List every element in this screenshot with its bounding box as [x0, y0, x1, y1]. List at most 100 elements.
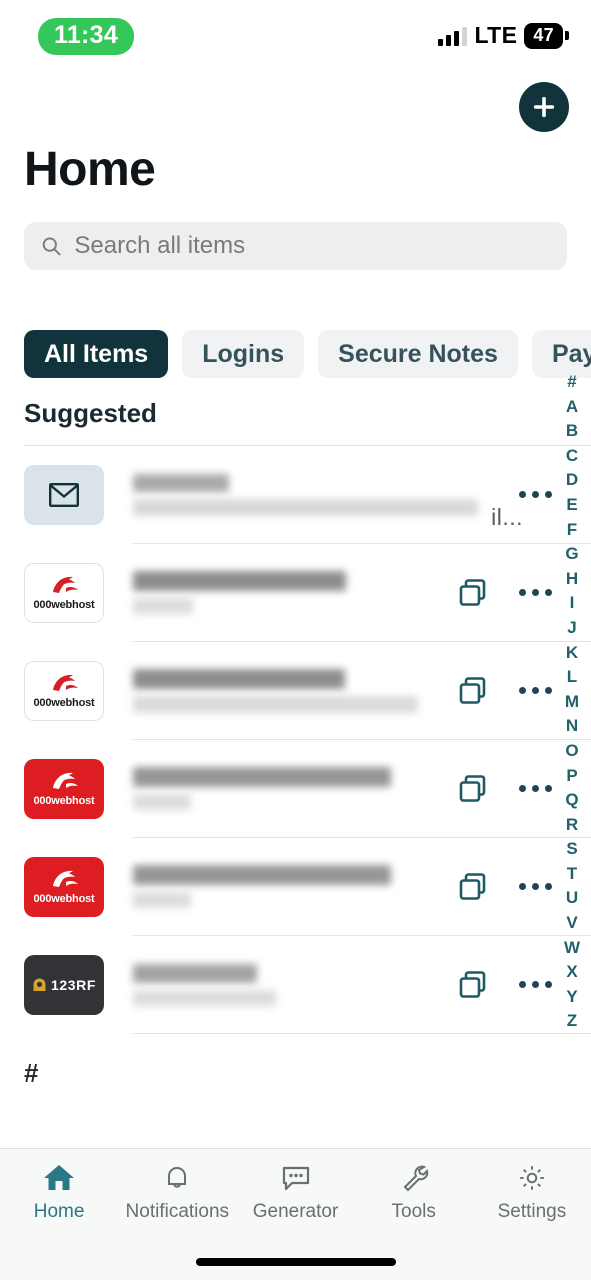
alphabet-index-item[interactable]: K [566, 641, 578, 666]
000webhost-logo: 000webhost [24, 856, 104, 917]
filter-tab-all-items[interactable]: All Items [24, 330, 169, 378]
more-horizontal-icon[interactable] [515, 967, 555, 1003]
filter-tab-secure-notes[interactable]: Secure Notes [318, 330, 518, 378]
alphabet-index-item[interactable]: F [567, 518, 577, 543]
alphabet-index-item[interactable]: L [567, 665, 577, 690]
alphabet-index-item[interactable]: Q [565, 788, 578, 813]
redacted-title [133, 473, 229, 492]
list-item[interactable]: 000webhost [0, 642, 591, 739]
gear-icon [520, 1166, 544, 1190]
bell-icon [168, 1167, 187, 1188]
alphabet-index-item[interactable]: H [566, 567, 578, 592]
app-screen: 11:34 LTE 47 Home All Items Logins Secur… [0, 0, 591, 1280]
battery-tip [565, 31, 569, 40]
plus-icon [534, 97, 554, 117]
redacted-subtitle [133, 498, 478, 516]
123rf-mark-icon [33, 978, 46, 991]
list-item[interactable]: 123RF [0, 936, 591, 1033]
alphabet-index-item[interactable]: J [567, 616, 576, 641]
tab-home[interactable]: Home [0, 1163, 118, 1223]
tab-tools-label: Tools [391, 1201, 436, 1222]
add-item-button[interactable] [519, 82, 569, 132]
tab-notifications-label: Notifications [125, 1201, 230, 1222]
alphabet-index-item[interactable]: D [566, 468, 578, 493]
list-item[interactable]: il... [0, 446, 591, 543]
redacted-subtitle [133, 892, 191, 908]
redacted-title [133, 767, 391, 787]
redacted-title [133, 668, 345, 689]
status-bar-indicators: LTE 47 [438, 22, 569, 49]
more-horizontal-icon[interactable] [515, 673, 555, 709]
alphabet-index-item[interactable]: O [565, 739, 578, 764]
000webhost-logo-text: 000webhost [33, 599, 95, 611]
alphabet-index-item[interactable]: A [566, 395, 578, 420]
copy-icon[interactable] [455, 869, 491, 905]
search-bar[interactable] [24, 222, 567, 270]
alphabet-index-item[interactable]: I [570, 591, 575, 616]
home-icon [44, 1165, 75, 1190]
alphabet-index-item[interactable]: # [567, 370, 576, 395]
more-horizontal-icon[interactable] [515, 771, 555, 807]
copy-icon[interactable] [455, 673, 491, 709]
section-header-suggested: Suggested [24, 398, 157, 428]
tab-tools[interactable]: Tools [355, 1163, 473, 1223]
list-item-actions [455, 869, 555, 905]
alphabet-index-item[interactable]: B [566, 419, 578, 444]
copy-icon[interactable] [455, 575, 491, 611]
filter-tab-bar: All Items Logins Secure Notes Payme [24, 330, 591, 378]
status-bar-time: 11:34 [38, 18, 135, 55]
alphabet-index-item[interactable]: T [567, 862, 577, 887]
tab-generator[interactable]: Generator [236, 1163, 354, 1223]
alphabet-index-item[interactable]: U [566, 886, 578, 911]
alphabet-index-item[interactable]: G [565, 542, 578, 567]
000webhost-logo-text: 000webhost [33, 795, 95, 807]
tab-settings[interactable]: Settings [473, 1163, 591, 1223]
list-item[interactable]: 000webhost [0, 838, 591, 935]
alphabet-index-item[interactable]: S [566, 837, 577, 862]
alphabet-index-item[interactable]: N [566, 714, 578, 739]
status-bar: 11:34 LTE 47 [0, 0, 591, 66]
000webhost-logo-text: 000webhost [33, 893, 95, 905]
alphabet-index-item[interactable]: M [565, 690, 579, 715]
section-header-hash: # [24, 1058, 39, 1088]
search-input[interactable] [74, 232, 551, 260]
tab-notifications[interactable]: Notifications [118, 1163, 236, 1223]
alphabet-index-item[interactable]: V [566, 911, 577, 936]
alphabet-index-item[interactable]: X [566, 960, 577, 985]
123rf-logo-text: 123RF [50, 976, 97, 993]
alphabet-index-item[interactable]: Y [566, 985, 577, 1010]
signal-bars-icon [438, 26, 468, 46]
tab-generator-label: Generator [252, 1201, 339, 1222]
more-horizontal-icon[interactable] [515, 477, 555, 513]
tab-home-label: Home [33, 1201, 85, 1222]
list-item[interactable]: 000webhost [0, 740, 591, 837]
bottom-tab-bar: Home Notifications Generator Tools Setti… [0, 1148, 591, 1280]
copy-icon[interactable] [455, 967, 491, 1003]
divider [133, 1033, 591, 1034]
redacted-subtitle [133, 794, 191, 810]
alphabet-index[interactable]: # A B C D E F G H I J K L M N O P Q R S … [559, 370, 585, 1034]
alphabet-index-item[interactable]: P [566, 764, 577, 789]
list-item[interactable]: 000webhost [0, 544, 591, 641]
alphabet-index-item[interactable]: R [566, 813, 578, 838]
search-icon [42, 237, 61, 256]
alphabet-index-item[interactable]: C [566, 444, 578, 469]
more-horizontal-icon[interactable] [515, 869, 555, 905]
more-horizontal-icon[interactable] [515, 575, 555, 611]
alphabet-index-item[interactable]: Z [567, 1009, 577, 1034]
envelope-icon [24, 464, 104, 525]
alphabet-index-item[interactable]: E [566, 493, 577, 518]
list-item-actions [515, 477, 555, 513]
filter-tab-logins[interactable]: Logins [182, 330, 305, 378]
battery-icon: 47 [524, 22, 569, 49]
redacted-subtitle [133, 598, 193, 614]
list-item-actions [455, 967, 555, 1003]
redacted-title [133, 963, 257, 983]
list-item-actions [455, 771, 555, 807]
redacted-title [133, 571, 346, 591]
speech-bubble-icon [282, 1166, 309, 1191]
000webhost-logo: 000webhost [24, 660, 104, 721]
list-item-actions [455, 673, 555, 709]
alphabet-index-item[interactable]: W [564, 936, 580, 961]
copy-icon[interactable] [455, 771, 491, 807]
